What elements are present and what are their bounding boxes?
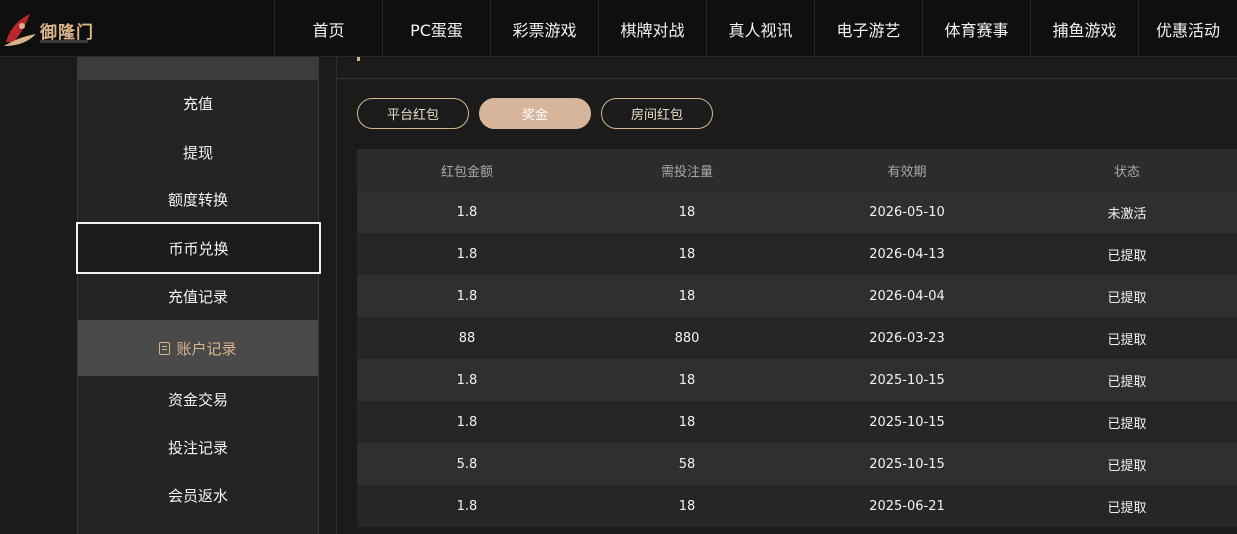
top-bar: 御隆门 首页 PC蛋蛋 彩票游戏 棋牌对战 真人视讯 电子游艺 体育赛事 捕鱼游… bbox=[0, 0, 1237, 57]
nav-pc-dandan[interactable]: PC蛋蛋 bbox=[382, 0, 490, 57]
cell-amount: 1.8 bbox=[456, 414, 478, 430]
nav-live-casino[interactable]: 真人视讯 bbox=[706, 0, 814, 57]
cell-expiry: 2026-05-10 bbox=[869, 204, 945, 220]
cell-status: 已提取 bbox=[1107, 458, 1147, 474]
nav-fishing[interactable]: 捕鱼游戏 bbox=[1030, 0, 1138, 57]
cell-status: 已提取 bbox=[1107, 500, 1147, 516]
cell-amount: 1.8 bbox=[456, 288, 478, 304]
tab-room-red-packet[interactable]: 房间红包 bbox=[601, 98, 713, 129]
cell-wager: 18 bbox=[678, 204, 696, 220]
sidebar: 充值 提现 额度转换 币币兑换 充值记录 账户记录 资金交易 投注记录 会员返水 bbox=[76, 57, 321, 534]
cell-expiry: 2026-04-04 bbox=[869, 288, 945, 304]
header-amount: 红包金额 bbox=[440, 164, 493, 180]
cell-expiry: 2026-03-23 bbox=[869, 330, 945, 346]
sidebar-item-coin-exchange[interactable]: 币币兑换 bbox=[76, 222, 321, 274]
nav-lottery[interactable]: 彩票游戏 bbox=[490, 0, 598, 57]
header-wager: 需投注量 bbox=[660, 164, 713, 180]
sidebar-group-account-records[interactable]: 账户记录 bbox=[78, 320, 318, 376]
cell-wager: 18 bbox=[678, 246, 696, 262]
cell-wager: 18 bbox=[678, 498, 696, 514]
cell-amount: 1.8 bbox=[456, 498, 478, 514]
brand-tagline-bar bbox=[40, 40, 88, 43]
cell-expiry: 2025-10-15 bbox=[869, 414, 945, 430]
cell-status: 已提取 bbox=[1107, 332, 1147, 348]
sidebar-item-withdraw[interactable]: 提现 bbox=[78, 128, 318, 176]
sidebar-item-fund-transactions[interactable]: 资金交易 bbox=[78, 375, 318, 423]
main-nav: 首页 PC蛋蛋 彩票游戏 棋牌对战 真人视讯 电子游艺 体育赛事 捕鱼游戏 优惠… bbox=[274, 0, 1237, 57]
cell-amount: 1.8 bbox=[456, 372, 478, 388]
document-icon bbox=[159, 341, 171, 355]
sidebar-group-label: 账户记录 bbox=[176, 339, 237, 358]
cell-status: 已提取 bbox=[1107, 416, 1147, 432]
cell-status: 已提取 bbox=[1107, 290, 1147, 306]
content-divider bbox=[336, 57, 337, 534]
table-row: 5.8 58 2025-10-15 已提取 bbox=[357, 443, 1237, 485]
header-accent-mark bbox=[357, 57, 360, 61]
cell-expiry: 2026-04-13 bbox=[869, 246, 945, 262]
nav-promotions[interactable]: 优惠活动 bbox=[1138, 0, 1237, 57]
sidebar-item-deposit[interactable]: 充值 bbox=[78, 79, 318, 127]
cell-wager: 18 bbox=[678, 414, 696, 430]
header-status: 状态 bbox=[1113, 164, 1140, 180]
table-row: 1.8 18 2025-10-15 已提取 bbox=[357, 401, 1237, 443]
table-row: 1.8 18 2026-04-13 已提取 bbox=[357, 233, 1237, 275]
cell-amount: 5.8 bbox=[456, 456, 478, 472]
cell-status: 已提取 bbox=[1107, 248, 1147, 264]
cell-wager: 18 bbox=[678, 372, 696, 388]
cell-wager: 58 bbox=[678, 456, 696, 472]
cell-expiry: 2025-06-21 bbox=[869, 498, 945, 514]
tab-bonus[interactable]: 奖金 bbox=[479, 98, 591, 129]
nav-card-games[interactable]: 棋牌对战 bbox=[598, 0, 706, 57]
bonus-table: 红包金额 需投注量 有效期 状态 1.8 18 2026-05-10 未激活 1… bbox=[357, 149, 1237, 527]
header-expiry: 有效期 bbox=[887, 164, 927, 180]
nav-home[interactable]: 首页 bbox=[274, 0, 382, 57]
table-row: 88 880 2026-03-23 已提取 bbox=[357, 317, 1237, 359]
cell-amount: 88 bbox=[458, 330, 476, 346]
brand-emblem-icon bbox=[4, 14, 36, 46]
nav-sports[interactable]: 体育赛事 bbox=[922, 0, 1030, 57]
table-row: 1.8 18 2026-04-04 已提取 bbox=[357, 275, 1237, 317]
nav-e-games[interactable]: 电子游艺 bbox=[814, 0, 922, 57]
cell-status: 已提取 bbox=[1107, 374, 1147, 390]
sidebar-item-transfer[interactable]: 额度转换 bbox=[78, 175, 318, 223]
cell-amount: 1.8 bbox=[456, 204, 478, 220]
bonus-tabs: 平台红包 奖金 房间红包 bbox=[357, 98, 713, 129]
cell-status: 未激活 bbox=[1107, 206, 1147, 222]
cell-amount: 1.8 bbox=[456, 246, 478, 262]
table-row: 1.8 18 2026-05-10 未激活 bbox=[357, 191, 1237, 233]
cell-expiry: 2025-10-15 bbox=[869, 372, 945, 388]
cell-wager: 18 bbox=[678, 288, 696, 304]
cell-expiry: 2025-10-15 bbox=[869, 456, 945, 472]
sidebar-item-bet-records[interactable]: 投注记录 bbox=[78, 423, 318, 471]
sidebar-item-rebate[interactable]: 会员返水 bbox=[78, 471, 318, 519]
cell-wager: 880 bbox=[674, 330, 700, 346]
content-header bbox=[337, 57, 1237, 79]
tab-platform-red-packet[interactable]: 平台红包 bbox=[357, 98, 469, 129]
table-header-row: 红包金额 需投注量 有效期 状态 bbox=[357, 149, 1237, 191]
table-row: 1.8 18 2025-10-15 已提取 bbox=[357, 359, 1237, 401]
brand-logo[interactable]: 御隆门 bbox=[0, 6, 100, 50]
sidebar-item-deposit-records[interactable]: 充值记录 bbox=[78, 272, 318, 320]
table-row: 1.8 18 2025-06-21 已提取 bbox=[357, 485, 1237, 527]
sidebar-header bbox=[78, 57, 318, 80]
